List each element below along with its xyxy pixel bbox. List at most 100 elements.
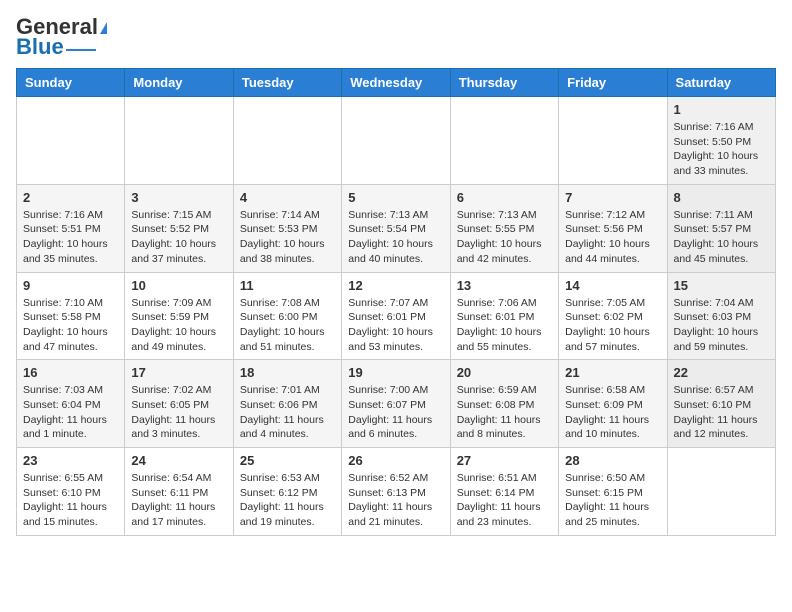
day-number: 1 <box>674 102 769 117</box>
calendar-week-row: 1 Sunrise: 7:16 AM Sunset: 5:50 PM Daylig… <box>17 97 776 185</box>
day-info: Sunrise: 7:04 AM Sunset: 6:03 PM Dayligh… <box>674 296 769 355</box>
day-info: Sunrise: 6:50 AM Sunset: 6:15 PM Dayligh… <box>565 471 660 530</box>
col-header-sunday: Sunday <box>17 69 125 97</box>
calendar-cell: 7 Sunrise: 7:12 AM Sunset: 5:56 PM Daylig… <box>559 184 667 272</box>
calendar-cell: 21 Sunrise: 6:58 AM Sunset: 6:09 PM Dayli… <box>559 360 667 448</box>
calendar-cell: 11 Sunrise: 7:08 AM Sunset: 6:00 PM Dayli… <box>233 272 341 360</box>
calendar-cell: 26 Sunrise: 6:52 AM Sunset: 6:13 PM Dayli… <box>342 448 450 536</box>
day-info: Sunrise: 6:52 AM Sunset: 6:13 PM Dayligh… <box>348 471 443 530</box>
logo: General Blue <box>16 16 107 58</box>
calendar-week-row: 2 Sunrise: 7:16 AM Sunset: 5:51 PM Daylig… <box>17 184 776 272</box>
logo-blue: Blue <box>16 36 64 58</box>
day-number: 4 <box>240 190 335 205</box>
calendar-cell: 17 Sunrise: 7:02 AM Sunset: 6:05 PM Dayli… <box>125 360 233 448</box>
day-info: Sunrise: 7:09 AM Sunset: 5:59 PM Dayligh… <box>131 296 226 355</box>
calendar-cell: 14 Sunrise: 7:05 AM Sunset: 6:02 PM Dayli… <box>559 272 667 360</box>
calendar-header-row: SundayMondayTuesdayWednesdayThursdayFrid… <box>17 69 776 97</box>
day-info: Sunrise: 7:10 AM Sunset: 5:58 PM Dayligh… <box>23 296 118 355</box>
day-number: 17 <box>131 365 226 380</box>
day-info: Sunrise: 7:14 AM Sunset: 5:53 PM Dayligh… <box>240 208 335 267</box>
calendar-cell: 27Sunrise: 6:51 AM Sunset: 6:14 PM Dayli… <box>450 448 558 536</box>
day-number: 19 <box>348 365 443 380</box>
calendar-cell: 16 Sunrise: 7:03 AM Sunset: 6:04 PM Dayli… <box>17 360 125 448</box>
calendar-week-row: 23Sunrise: 6:55 AM Sunset: 6:10 PM Dayli… <box>17 448 776 536</box>
day-number: 14 <box>565 278 660 293</box>
day-info: Sunrise: 6:54 AM Sunset: 6:11 PM Dayligh… <box>131 471 226 530</box>
calendar-cell: 10 Sunrise: 7:09 AM Sunset: 5:59 PM Dayli… <box>125 272 233 360</box>
calendar-cell: 1 Sunrise: 7:16 AM Sunset: 5:50 PM Daylig… <box>667 97 775 185</box>
day-info: Sunrise: 7:13 AM Sunset: 5:54 PM Dayligh… <box>348 208 443 267</box>
calendar-cell: 23Sunrise: 6:55 AM Sunset: 6:10 PM Dayli… <box>17 448 125 536</box>
day-info: Sunrise: 7:12 AM Sunset: 5:56 PM Dayligh… <box>565 208 660 267</box>
col-header-friday: Friday <box>559 69 667 97</box>
day-number: 22 <box>674 365 769 380</box>
day-number: 18 <box>240 365 335 380</box>
day-info: Sunrise: 7:02 AM Sunset: 6:05 PM Dayligh… <box>131 383 226 442</box>
calendar-cell <box>667 448 775 536</box>
day-number: 13 <box>457 278 552 293</box>
day-number: 5 <box>348 190 443 205</box>
calendar-cell: 24 Sunrise: 6:54 AM Sunset: 6:11 PM Dayli… <box>125 448 233 536</box>
day-info: Sunrise: 7:16 AM Sunset: 5:50 PM Dayligh… <box>674 120 769 179</box>
day-info: Sunrise: 7:16 AM Sunset: 5:51 PM Dayligh… <box>23 208 118 267</box>
day-info: Sunrise: 7:05 AM Sunset: 6:02 PM Dayligh… <box>565 296 660 355</box>
day-number: 25 <box>240 453 335 468</box>
day-info: Sunrise: 7:07 AM Sunset: 6:01 PM Dayligh… <box>348 296 443 355</box>
day-number: 24 <box>131 453 226 468</box>
col-header-saturday: Saturday <box>667 69 775 97</box>
calendar-cell: 2 Sunrise: 7:16 AM Sunset: 5:51 PM Daylig… <box>17 184 125 272</box>
day-info: Sunrise: 7:06 AM Sunset: 6:01 PM Dayligh… <box>457 296 552 355</box>
col-header-thursday: Thursday <box>450 69 558 97</box>
day-number: 6 <box>457 190 552 205</box>
day-info: Sunrise: 7:15 AM Sunset: 5:52 PM Dayligh… <box>131 208 226 267</box>
day-info: Sunrise: 7:01 AM Sunset: 6:06 PM Dayligh… <box>240 383 335 442</box>
day-number: 21 <box>565 365 660 380</box>
calendar-cell <box>17 97 125 185</box>
calendar-cell: 25 Sunrise: 6:53 AM Sunset: 6:12 PM Dayli… <box>233 448 341 536</box>
calendar-cell: 20 Sunrise: 6:59 AM Sunset: 6:08 PM Dayli… <box>450 360 558 448</box>
calendar-cell: 6 Sunrise: 7:13 AM Sunset: 5:55 PM Daylig… <box>450 184 558 272</box>
day-info: Sunrise: 7:13 AM Sunset: 5:55 PM Dayligh… <box>457 208 552 267</box>
day-info: Sunrise: 7:11 AM Sunset: 5:57 PM Dayligh… <box>674 208 769 267</box>
day-number: 9 <box>23 278 118 293</box>
calendar-cell: 19 Sunrise: 7:00 AM Sunset: 6:07 PM Dayli… <box>342 360 450 448</box>
day-info: Sunrise: 7:00 AM Sunset: 6:07 PM Dayligh… <box>348 383 443 442</box>
col-header-wednesday: Wednesday <box>342 69 450 97</box>
page-header: General Blue <box>16 16 776 58</box>
calendar-cell: 5 Sunrise: 7:13 AM Sunset: 5:54 PM Daylig… <box>342 184 450 272</box>
calendar-cell: 28 Sunrise: 6:50 AM Sunset: 6:15 PM Dayli… <box>559 448 667 536</box>
calendar-cell: 8 Sunrise: 7:11 AM Sunset: 5:57 PM Daylig… <box>667 184 775 272</box>
day-number: 28 <box>565 453 660 468</box>
calendar-table: SundayMondayTuesdayWednesdayThursdayFrid… <box>16 68 776 536</box>
day-number: 15 <box>674 278 769 293</box>
col-header-tuesday: Tuesday <box>233 69 341 97</box>
day-number: 11 <box>240 278 335 293</box>
day-info: Sunrise: 7:03 AM Sunset: 6:04 PM Dayligh… <box>23 383 118 442</box>
day-number: 16 <box>23 365 118 380</box>
calendar-week-row: 9 Sunrise: 7:10 AM Sunset: 5:58 PM Daylig… <box>17 272 776 360</box>
calendar-cell: 18 Sunrise: 7:01 AM Sunset: 6:06 PM Dayli… <box>233 360 341 448</box>
day-number: 26 <box>348 453 443 468</box>
day-number: 2 <box>23 190 118 205</box>
day-info: Sunrise: 7:08 AM Sunset: 6:00 PM Dayligh… <box>240 296 335 355</box>
day-number: 8 <box>674 190 769 205</box>
day-number: 10 <box>131 278 226 293</box>
day-number: 3 <box>131 190 226 205</box>
day-info: Sunrise: 6:57 AM Sunset: 6:10 PM Dayligh… <box>674 383 769 442</box>
calendar-week-row: 16 Sunrise: 7:03 AM Sunset: 6:04 PM Dayli… <box>17 360 776 448</box>
calendar-cell: 12 Sunrise: 7:07 AM Sunset: 6:01 PM Dayli… <box>342 272 450 360</box>
day-number: 12 <box>348 278 443 293</box>
calendar-cell: 9 Sunrise: 7:10 AM Sunset: 5:58 PM Daylig… <box>17 272 125 360</box>
calendar-cell <box>450 97 558 185</box>
day-info: Sunrise: 6:59 AM Sunset: 6:08 PM Dayligh… <box>457 383 552 442</box>
day-info: Sunrise: 6:58 AM Sunset: 6:09 PM Dayligh… <box>565 383 660 442</box>
calendar-cell: 3 Sunrise: 7:15 AM Sunset: 5:52 PM Daylig… <box>125 184 233 272</box>
calendar-cell: 15 Sunrise: 7:04 AM Sunset: 6:03 PM Dayli… <box>667 272 775 360</box>
day-number: 27 <box>457 453 552 468</box>
day-number: 7 <box>565 190 660 205</box>
day-info: Sunrise: 6:53 AM Sunset: 6:12 PM Dayligh… <box>240 471 335 530</box>
col-header-monday: Monday <box>125 69 233 97</box>
calendar-cell: 22 Sunrise: 6:57 AM Sunset: 6:10 PM Dayli… <box>667 360 775 448</box>
calendar-cell: 13 Sunrise: 7:06 AM Sunset: 6:01 PM Dayli… <box>450 272 558 360</box>
day-number: 20 <box>457 365 552 380</box>
